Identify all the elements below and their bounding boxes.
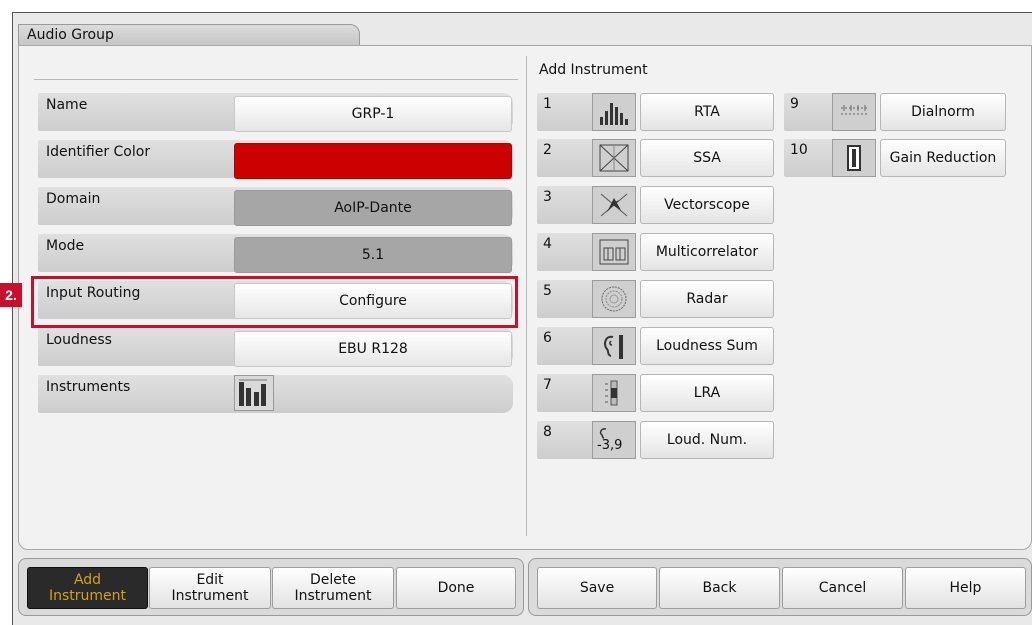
radar-icon [592,280,636,318]
instrument-number: 8 [537,421,595,459]
instrument-rta-button[interactable]: RTA [640,93,774,131]
loudness-field[interactable]: EBU R128 [234,331,512,367]
cancel-button[interactable]: Cancel [782,567,903,609]
add-instrument-button[interactable]: Add Instrument [27,567,148,609]
instrument-number: 3 [537,186,595,224]
multicorrelator-icon [592,233,636,271]
mode-value: 5.1 [234,237,512,273]
button-label: Add [73,572,102,588]
edit-instrument-button[interactable]: Edit Instrument [149,567,271,609]
ssa-icon [592,139,636,177]
instrument-number: 6 [537,327,595,365]
name-field[interactable]: GRP-1 [234,96,512,132]
loudness-num-icon: -3,9 [592,421,636,459]
instrument-number: 5 [537,280,595,318]
instrument-vectorscope-button[interactable]: Vectorscope [640,186,774,224]
button-label: Edit [196,572,224,588]
instrument-multicorrelator-button[interactable]: Multicorrelator [640,233,774,271]
lra-icon [592,374,636,412]
instrument-number: 7 [537,374,595,412]
instrument-number: 1 [537,93,595,131]
loudness-num-value: -3,9 [597,438,623,453]
button-label: Instrument [48,588,127,604]
divider [34,79,518,80]
instrument-gain-reduction-button[interactable]: Gain Reduction [880,139,1006,177]
loudness-sum-icon [592,327,636,365]
divider [526,56,527,536]
domain-value: AoIP-Dante [234,190,512,226]
button-label: Instrument [171,588,249,604]
instrument-radar-button[interactable]: Radar [640,280,774,318]
add-instrument-title: Add Instrument [539,62,648,78]
instrument-dialnorm-button[interactable]: Dialnorm [880,93,1006,131]
vectorscope-icon [592,186,636,224]
identifier-color-swatch[interactable] [234,143,512,179]
callout-marker: 2. [0,283,22,307]
button-label: Instrument [294,588,372,604]
instrument-number: 4 [537,233,595,271]
done-button[interactable]: Done [396,567,516,609]
rta-icon [592,93,636,131]
instrument-number: 2 [537,139,595,177]
delete-instrument-button[interactable]: Delete Instrument [272,567,394,609]
dialnorm-icon [832,93,876,131]
instrument-ssa-button[interactable]: SSA [640,139,774,177]
instrument-loudness-num-button[interactable]: Loud. Num. [640,421,774,459]
button-label: Delete [310,572,356,588]
window-title: Audio Group [18,24,360,46]
gain-reduction-icon [832,139,876,177]
bargraph-icon[interactable] [234,375,274,411]
help-button[interactable]: Help [905,567,1026,609]
callout-highlight [31,276,518,328]
instrument-loudness-sum-button[interactable]: Loudness Sum [640,327,774,365]
instrument-lra-button[interactable]: LRA [640,374,774,412]
back-button[interactable]: Back [659,567,780,609]
save-button[interactable]: Save [537,567,657,609]
instruments-list [234,375,512,411]
